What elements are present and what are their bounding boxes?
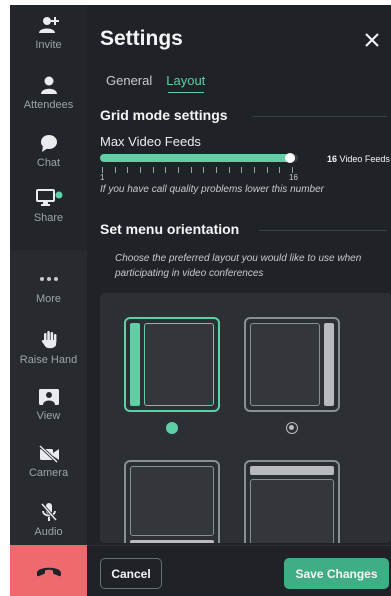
meeting-sidebar: Invite Attendees Chat Share More Raise H…	[10, 5, 87, 596]
add-person-icon	[38, 17, 59, 33]
max-video-feeds-label: Max Video Feeds	[100, 134, 201, 149]
sidebar-item-camera[interactable]: Camera	[10, 445, 87, 479]
tab-general[interactable]: General	[106, 73, 152, 88]
slider-tick	[254, 167, 255, 173]
close-icon[interactable]	[363, 31, 381, 49]
slider-tick	[127, 167, 129, 173]
slider-fill	[100, 154, 295, 162]
sidebar-item-label: Raise Hand	[19, 354, 78, 366]
slider-value-number: 16	[327, 154, 338, 164]
sidebar-item-label: More	[35, 293, 62, 305]
sidebar-item-label: Audio	[34, 526, 63, 538]
chat-bubble-icon	[40, 135, 57, 152]
sidebar-item-label: Chat	[36, 157, 61, 169]
save-changes-button[interactable]: Save Changes	[284, 558, 389, 589]
hang-up-phone-icon	[36, 567, 61, 576]
sidebar-item-raise-hand[interactable]: Raise Hand	[10, 330, 87, 366]
layout-option-bottom-bar[interactable]	[124, 460, 220, 543]
slider-tick	[165, 167, 167, 173]
slider-tick	[241, 167, 243, 173]
content-area	[130, 466, 214, 536]
settings-tabs: General Layout	[106, 73, 205, 88]
slider-tick	[190, 167, 192, 173]
more-dots-icon	[39, 277, 58, 281]
sidebar-item-share[interactable]: Share	[10, 188, 87, 224]
sidebar-bar	[324, 323, 334, 406]
slider-ticks	[102, 167, 293, 173]
max-video-feeds-slider[interactable]	[100, 153, 298, 163]
content-area	[144, 323, 214, 406]
sidebar-item-label: Attendees	[23, 99, 74, 111]
sidebar-item-label: Camera	[28, 467, 69, 479]
orientation-description: Choose the preferred layout you would li…	[115, 253, 362, 279]
monitor-share-icon	[35, 189, 62, 206]
slider-tick	[228, 167, 230, 173]
sidebar-item-view[interactable]: View	[10, 388, 87, 422]
slider-tick	[152, 167, 154, 173]
quality-hint: If you have call quality problems lower …	[100, 184, 324, 195]
slider-tick	[140, 167, 141, 173]
camera-off-icon	[38, 445, 59, 463]
sidebar-item-label: Share	[33, 212, 64, 224]
view-layout-icon	[38, 389, 59, 405]
slider-value-readout: 16 Video Feeds	[327, 154, 390, 164]
menu-bar	[250, 466, 334, 475]
orientation-options	[100, 293, 391, 543]
sidebar-item-label: Invite	[35, 39, 62, 51]
person-icon	[40, 76, 57, 94]
section-divider	[252, 116, 387, 117]
page-title: Settings	[100, 27, 183, 50]
sidebar-bar	[130, 323, 140, 406]
slider-tick	[178, 167, 179, 173]
layout-option-right-sidebar[interactable]	[244, 317, 340, 412]
sidebar-item-audio[interactable]: Audio	[10, 502, 87, 538]
app-window: Invite Attendees Chat Share More Raise H…	[10, 5, 391, 596]
tab-layout[interactable]: Layout	[166, 73, 205, 88]
content-area	[250, 479, 334, 543]
sidebar-item-attendees[interactable]: Attendees	[10, 75, 87, 111]
slider-tick	[279, 167, 281, 173]
sidebar-item-invite[interactable]: Invite	[10, 15, 87, 51]
slider-max-label: 16	[289, 173, 298, 182]
slider-min-label: 1	[100, 173, 105, 182]
grid-mode-heading: Grid mode settings	[100, 107, 228, 123]
sidebar-item-label: View	[36, 410, 61, 422]
layout-radio-right-sidebar[interactable]	[286, 422, 298, 434]
content-area	[250, 323, 320, 406]
menu-orientation-heading: Set menu orientation	[100, 221, 240, 237]
slider-handle[interactable]	[285, 153, 295, 163]
layout-option-left-sidebar[interactable]	[124, 317, 220, 412]
layout-option-top-bar[interactable]	[244, 460, 340, 543]
slider-tick	[266, 167, 268, 173]
settings-footer: Cancel Save Changes	[87, 545, 391, 596]
slider-value-unit: Video Feeds	[337, 154, 390, 164]
menu-bar	[130, 540, 214, 543]
slider-tick	[114, 167, 116, 173]
slider-tick	[203, 167, 205, 173]
slider-tick	[216, 167, 217, 173]
section-divider	[259, 230, 387, 231]
raise-hand-icon	[41, 331, 56, 349]
hang-up-button[interactable]	[10, 545, 87, 596]
settings-panel: Settings General Layout Grid mode settin…	[87, 5, 391, 596]
active-tab-indicator	[168, 92, 204, 93]
cancel-button[interactable]: Cancel	[100, 558, 162, 589]
sidebar-item-more[interactable]: More	[10, 275, 87, 305]
layout-radio-left-sidebar[interactable]	[166, 422, 178, 434]
mic-off-icon	[40, 503, 57, 521]
sidebar-item-chat[interactable]: Chat	[10, 133, 87, 169]
